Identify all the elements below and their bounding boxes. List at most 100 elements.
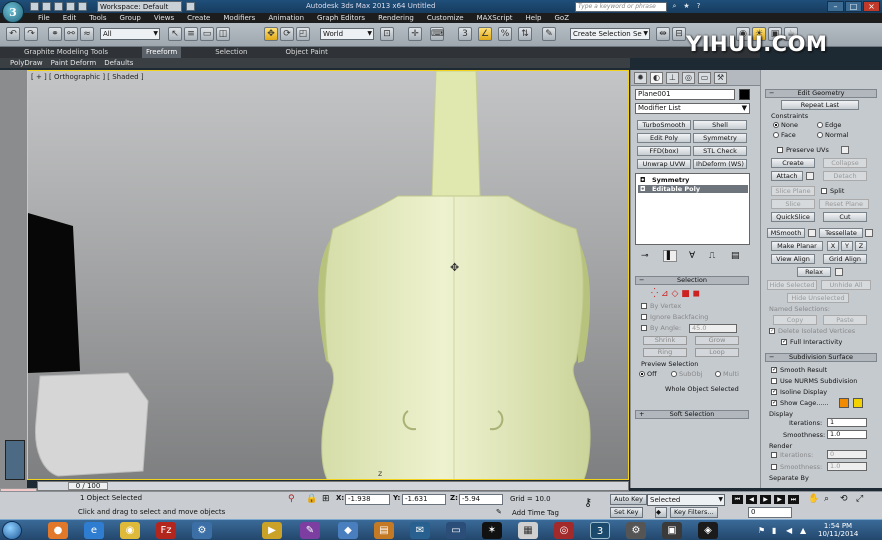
snaps-toggle-icon[interactable]: 3 [458,27,472,41]
keyboard-shortcut-icon[interactable]: ⌨ [430,27,444,41]
menu-create[interactable]: Create [187,13,210,23]
menu-graph-editors[interactable]: Graph Editors [317,13,365,23]
tab-graphite-modeling[interactable]: Graphite Modeling Tools [20,47,112,58]
firefox-icon[interactable]: ● [48,522,68,539]
render-iterations-input[interactable]: 0 [827,450,867,459]
by-vertex-checkbox[interactable]: By Vertex [641,302,681,310]
stack-item-symmetry[interactable]: ◘ Symmetry [638,176,748,184]
menu-file[interactable]: File [38,13,50,23]
bulb-icon[interactable]: ◘ [640,176,645,184]
ihdeform-button[interactable]: IhDeform (WS) [693,159,747,169]
app-logo[interactable]: 3 [2,1,24,23]
shell-button[interactable]: Shell [693,120,747,130]
make-unique-icon[interactable]: ∀ [689,251,695,261]
zoom-icon[interactable]: ⌕ [824,494,829,504]
key-filters-button[interactable]: Key Filters... [670,507,718,518]
turbosmooth-button[interactable]: TurboSmooth [637,120,691,130]
edit-poly-button[interactable]: Edit Poly [637,133,691,143]
subdivision-surface-rollout-header[interactable]: − Subdivision Surface [765,353,877,362]
open-file-icon[interactable] [42,2,51,11]
hierarchy-tab-icon[interactable]: ⊥ [666,72,679,84]
absolute-mode-icon[interactable]: ⊞ [322,494,330,504]
tessellate-button[interactable]: Tessellate [819,228,863,238]
folder-icon[interactable]: ▤ [374,522,394,539]
cage-color-swatch-2[interactable] [853,398,863,408]
document-icon[interactable]: ▦ [518,522,538,539]
by-angle-checkbox[interactable]: By Angle: [641,324,681,332]
attach-button[interactable]: Attach [771,171,803,181]
add-time-tag[interactable]: Add Time Tag [512,509,559,517]
viewport-layout-tab[interactable] [5,440,25,480]
select-by-name-icon[interactable]: ≡ [184,27,198,41]
planar-z-button[interactable]: Z [855,241,867,251]
unity-icon[interactable]: ◈ [698,522,718,539]
save-file-icon[interactable] [54,2,63,11]
recorder-icon[interactable]: ◎ [554,522,574,539]
percent-snap-icon[interactable]: % [498,27,512,41]
minimize-button[interactable]: – [827,1,844,12]
ring-button[interactable]: Ring [643,348,687,357]
select-and-scale-icon[interactable]: ◰ [296,27,310,41]
network-icon[interactable]: ⚙ [192,522,212,539]
ffd-box-button[interactable]: FFD(box) [637,146,691,156]
manipulate-icon[interactable]: ✛ [408,27,422,41]
constraint-normal-radio[interactable]: Normal [817,131,849,139]
link-icon[interactable]: ⚭ [48,27,62,41]
menu-maxscript[interactable]: MAXScript [477,13,513,23]
configure-modifier-sets-icon[interactable]: ▤ [731,251,740,261]
menu-group[interactable]: Group [120,13,141,23]
cut-button[interactable]: Cut [823,212,867,222]
pan-view-icon[interactable]: ✋ [808,494,819,504]
symmetry-button[interactable]: Symmetry [693,133,747,143]
unlink-icon[interactable]: ⚯ [64,27,78,41]
ignore-backfacing-checkbox[interactable]: Ignore Backfacing [641,313,708,321]
create-button[interactable]: Create [771,158,815,168]
start-button[interactable] [2,521,22,540]
menu-help[interactable]: Help [526,13,542,23]
selection-rollout-header[interactable]: − Selection [635,276,749,285]
help-icon[interactable]: ? [694,2,703,11]
select-and-rotate-icon[interactable]: ⟳ [280,27,294,41]
collapse-button[interactable]: Collapse [823,158,867,168]
maximize-viewport-icon[interactable]: ⤢ [856,494,863,504]
3dsmax-taskbar-icon[interactable]: 3 [590,522,610,539]
repeat-last-button[interactable]: Repeat Last [781,100,859,110]
make-planar-button[interactable]: Make Planar [771,241,823,251]
msmooth-button[interactable]: MSmooth [767,228,805,238]
next-frame-icon[interactable]: ▶ [774,495,785,504]
named-selection-dropdown[interactable]: Create Selection Se ▼ [570,28,650,40]
dropbox-icon[interactable]: ◆ [338,522,358,539]
violin-neck[interactable] [431,71,481,197]
go-to-start-icon[interactable]: ⏮ [732,495,743,504]
quickslice-button[interactable]: QuickSlice [771,212,815,222]
slice-button[interactable]: Slice [771,199,815,209]
subobject-level-icons[interactable]: ⁛ ⊿ ◇ ■ ◼ [651,289,700,299]
orthographic-viewport[interactable]: [ + ] [ Orthographic ] [ Shaded ] ✥ z [27,70,629,480]
chrome-icon[interactable]: ◉ [120,522,140,539]
reference-coordinate-dropdown[interactable]: World ▼ [320,28,374,40]
rectangle-selection-icon[interactable]: ▭ [200,27,214,41]
preview-multi-radio[interactable]: Multi [715,370,739,378]
paint-app-icon[interactable]: ✎ [300,522,320,539]
display-smoothness-input[interactable]: 1.0 [827,430,867,439]
shrink-button[interactable]: Shrink [643,336,687,345]
show-end-result-icon[interactable]: ▌ [663,250,677,262]
redo-icon[interactable]: ↷ [24,27,38,41]
pin-stack-icon[interactable]: ⊸ [641,251,649,261]
z-coordinate-input[interactable]: -5.94 [459,494,503,505]
filezilla-icon[interactable]: Fz [156,522,176,539]
tab-object-paint[interactable]: Object Paint [281,47,331,58]
msmooth-settings-icon[interactable] [808,229,816,237]
select-object-icon[interactable]: ↖ [168,27,182,41]
split-checkbox[interactable]: Split [821,187,844,195]
media-player-icon[interactable]: ▶ [262,522,282,539]
new-file-icon[interactable] [30,2,39,11]
cage-color-swatch-1[interactable] [839,398,849,408]
dark-object[interactable] [28,213,80,373]
detach-button[interactable]: Detach [823,171,867,181]
search-icon[interactable]: ⌕ [670,2,679,11]
undo-icon[interactable]: ↶ [6,27,20,41]
network-tray-icon[interactable]: ▮ [772,526,776,535]
set-key-button[interactable]: Set Key [610,507,643,518]
spinner-snap-icon[interactable]: ⇅ [518,27,532,41]
